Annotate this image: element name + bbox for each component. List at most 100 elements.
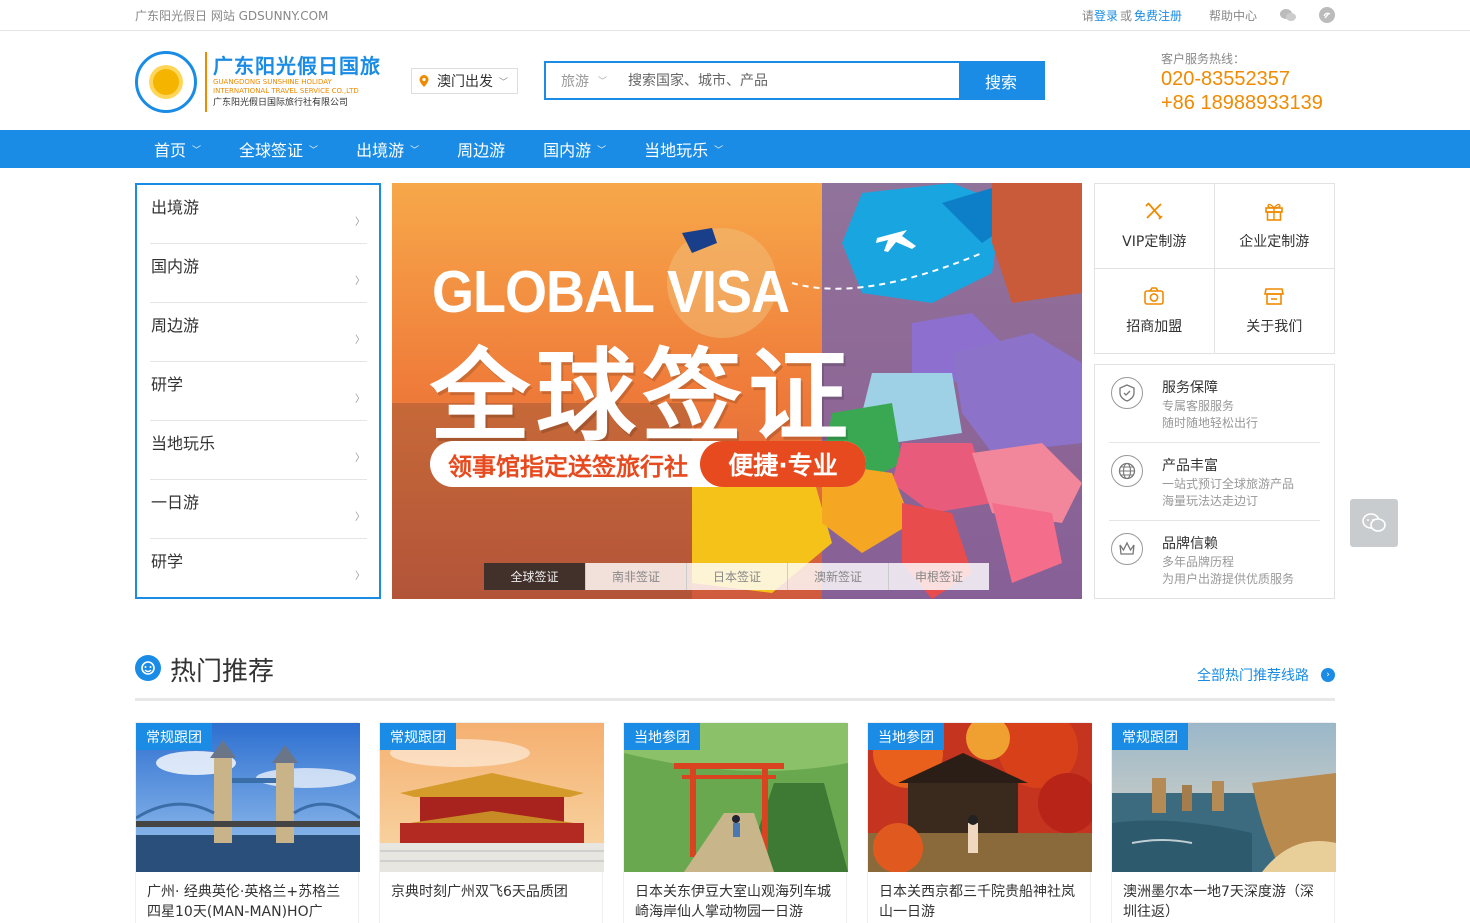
logo-sub: 广东阳光假日国际旅行社有限公司 — [213, 98, 349, 108]
quick-links: VIP定制游 企业定制游 招商加盟 关于我们 — [1094, 183, 1335, 354]
product-image[interactable]: 常规跟团 — [380, 723, 604, 872]
please-text: 请 — [1081, 8, 1094, 23]
chevron-down-icon: ﹀ — [714, 145, 724, 156]
hot-section-title: 热门推荐 — [170, 657, 275, 687]
category-sidebar: 出境游〉国内游〉周边游〉研学〉当地玩乐〉一日游〉研学〉 — [135, 183, 381, 599]
service-item: 服务保障 专属客服服务 随时随地轻松出行 — [1109, 365, 1320, 443]
banner-tagline: 领事馆指定送签旅行社 便捷·专业 — [430, 441, 866, 487]
search-input[interactable] — [618, 63, 959, 98]
banner-tab[interactable]: 澳新签证 — [787, 563, 888, 590]
nav-item-label: 出境游 — [356, 141, 405, 160]
sidebar-category-item[interactable]: 周边游〉 — [150, 303, 367, 362]
hotline-phone-1: 020-83552357 — [1161, 68, 1291, 90]
site-logo[interactable]: 广东阳光假日国旅 GUANGDONG SUNSHINE HOLIDAY INTE… — [135, 49, 395, 115]
quick-link[interactable]: 关于我们 — [1215, 269, 1335, 354]
crown-icon — [1111, 533, 1143, 565]
nav-item-label: 首页 — [154, 141, 187, 160]
hot-recommend-icon — [135, 655, 161, 681]
hot-product-list: 常规跟团广州· 经典英伦·英格兰+苏格兰四星10天(MAN-MAN)HO广州…常… — [135, 722, 1336, 923]
camera-icon — [1143, 285, 1165, 316]
product-title[interactable]: 日本关东伊豆大室山观海列车城崎海岸仙人掌动物园一日游 — [624, 872, 846, 923]
sidebar-category-item[interactable]: 研学〉 — [150, 362, 367, 421]
search-category-select[interactable]: 旅游 ﹀ — [546, 63, 618, 98]
departure-selector[interactable]: 澳门出发 ﹀ — [411, 68, 518, 94]
product-image[interactable]: 常规跟团 — [136, 723, 360, 872]
product-card[interactable]: 常规跟团广州· 经典英伦·英格兰+苏格兰四星10天(MAN-MAN)HO广州… — [135, 722, 360, 923]
top-bar-right: 请 登录 或 免费注册 帮助中心 — [1082, 7, 1335, 24]
chevron-right-icon: 〉 — [355, 394, 365, 405]
search-bar: 旅游 ﹀ 搜索 — [544, 61, 1045, 100]
floating-wechat-button[interactable] — [1350, 499, 1398, 547]
sidebar-category-label: 一日游 — [151, 493, 200, 512]
service-desc: 多年品牌历程 — [1162, 555, 1235, 569]
product-title[interactable]: 广州· 经典英伦·英格兰+苏格兰四星10天(MAN-MAN)HO广州… — [136, 872, 358, 923]
main-nav: 首页 ﹀ 全球签证 ﹀ 出境游 ﹀ 周边游 国内游 ﹀ 当地玩乐 ﹀ — [0, 130, 1470, 168]
service-desc: 为用户出游提供优质服务 — [1162, 572, 1295, 586]
banner-tab[interactable]: 申根签证 — [888, 563, 989, 590]
search-button[interactable]: 搜索 — [959, 63, 1043, 98]
quick-link[interactable]: VIP定制游 — [1095, 184, 1215, 269]
customer-hotline: 客户服务热线： 020-83552357 +86 18988933139 — [1161, 51, 1323, 115]
tools-icon — [1143, 200, 1165, 231]
logo-badge-icon — [135, 51, 197, 113]
product-title[interactable]: 澳洲墨尔本一地7天深度游（深圳往返） — [1112, 872, 1334, 923]
sidebar-category-item[interactable]: 国内游〉 — [150, 244, 367, 303]
banner-tab[interactable]: 全球签证 — [484, 563, 585, 590]
product-card[interactable]: 常规跟团京典时刻广州双飞6天品质团 — [379, 722, 604, 923]
quick-link[interactable]: 企业定制游 — [1214, 184, 1334, 269]
all-hot-routes-link[interactable]: 全部热门推荐线路 › — [1197, 665, 1335, 685]
nav-item[interactable]: 出境游 ﹀ — [337, 130, 438, 168]
login-link[interactable]: 登录 — [1094, 7, 1118, 24]
service-desc: 专属客服服务 — [1162, 399, 1235, 413]
shield-icon — [1111, 377, 1143, 409]
sidebar-category-item[interactable]: 出境游〉 — [150, 185, 367, 244]
sidebar-category-item[interactable]: 一日游〉 — [150, 480, 367, 539]
product-image[interactable]: 当地参团 — [868, 723, 1092, 872]
product-image[interactable]: 常规跟团 — [1112, 723, 1336, 872]
product-tag: 常规跟团 — [380, 723, 456, 750]
sidebar-category-label: 研学 — [151, 375, 184, 394]
nav-item[interactable]: 国内游 ﹀ — [524, 130, 625, 168]
chevron-down-icon: ﹀ — [598, 77, 608, 87]
banner-tagline-right: 便捷·专业 — [700, 441, 866, 487]
nav-item[interactable]: 全球签证 ﹀ — [220, 130, 337, 168]
nav-item-label: 当地玩乐 — [644, 141, 709, 160]
header: 广东阳光假日国旅 GUANGDONG SUNSHINE HOLIDAY INTE… — [0, 31, 1470, 130]
weibo-icon[interactable] — [1319, 7, 1335, 23]
product-card[interactable]: 当地参团日本关西京都三千院贵船神社岚山一日游 — [867, 722, 1092, 923]
product-title[interactable]: 京典时刻广州双飞6天品质团 — [380, 872, 602, 923]
register-link[interactable]: 免费注册 — [1134, 7, 1182, 24]
wechat-icon[interactable] — [1280, 7, 1296, 23]
product-tag: 当地参团 — [868, 723, 944, 750]
top-bar: 广东阳光假日 网站 GDSUNNY.COM 请 登录 或 免费注册 帮助中心 — [0, 0, 1470, 31]
chevron-down-icon: ﹀ — [192, 145, 202, 156]
product-card[interactable]: 常规跟团 澳洲墨尔本一地7天深度游（深圳往返） — [1111, 722, 1336, 923]
product-image[interactable]: 当地参团 — [624, 723, 848, 872]
sidebar-category-label: 国内游 — [151, 257, 200, 276]
help-center-link[interactable]: 帮助中心 — [1209, 7, 1257, 24]
product-title[interactable]: 日本关西京都三千院贵船神社岚山一日游 — [868, 872, 1090, 923]
product-card[interactable]: 当地参团日本关东伊豆大室山观海列车城崎海岸仙人掌动物园一日游 — [623, 722, 848, 923]
nav-item[interactable]: 首页 ﹀ — [135, 130, 220, 168]
hot-section-header: 热门推荐 全部热门推荐线路 › — [135, 650, 1335, 701]
nav-item-label: 周边游 — [457, 141, 506, 160]
banner-tab[interactable]: 南非签证 — [585, 563, 686, 590]
chevron-down-icon: ﹀ — [499, 77, 509, 88]
banner-tab[interactable]: 日本签证 — [686, 563, 787, 590]
hotline-phone-2: +86 18988933139 — [1161, 92, 1323, 114]
product-tag: 当地参团 — [624, 723, 700, 750]
nav-item[interactable]: 当地玩乐 ﹀ — [625, 130, 742, 168]
chevron-right-icon: 〉 — [355, 512, 365, 523]
sidebar-category-item[interactable]: 当地玩乐〉 — [150, 421, 367, 480]
logo-en-1: GUANGDONG SUNSHINE HOLIDAY — [213, 78, 332, 86]
store-icon — [1263, 285, 1285, 316]
service-desc: 海量玩法达走边订 — [1162, 494, 1259, 508]
hero-banner[interactable]: GLOBAL VISA 全球签证 领事馆指定送签旅行社 便捷·专业 全球签证 南非… — [392, 183, 1082, 599]
departure-label: 澳门出发 — [437, 74, 493, 90]
quick-link[interactable]: 招商加盟 — [1095, 268, 1215, 353]
chevron-right-icon: 〉 — [355, 217, 365, 228]
nav-item[interactable]: 周边游 — [438, 130, 524, 168]
chevron-down-icon: ﹀ — [410, 145, 420, 156]
sidebar-category-item[interactable]: 研学〉 — [150, 539, 367, 598]
nav-item-label: 全球签证 — [239, 141, 304, 160]
